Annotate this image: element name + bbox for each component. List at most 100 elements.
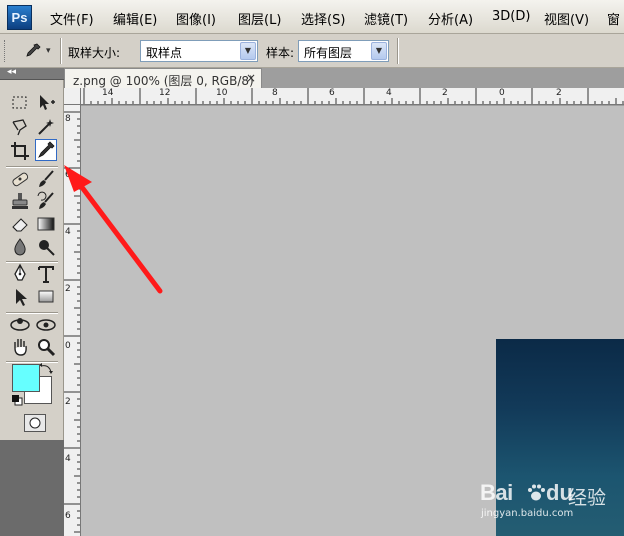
dodge-icon [39,240,55,256]
ruler-label: 6 [65,170,71,180]
3d-rotate-icon [10,318,30,331]
menu-analysis[interactable]: 分析(A) [428,9,473,28]
options-divider [397,38,399,64]
crop-icon [11,142,29,160]
zoom-tool[interactable] [35,336,57,358]
magic-wand-tool[interactable] [35,116,57,138]
eyedropper-tool[interactable] [35,139,57,161]
ruler-label: 6 [329,88,335,98]
3d-orbit-tool[interactable] [35,313,57,335]
chevron-down-icon: ▼ [371,42,387,60]
menu-view[interactable]: 视图(V) [544,9,589,28]
swap-colors-icon[interactable] [38,362,56,376]
foreground-color-swatch[interactable] [12,364,40,392]
brush-icon [39,170,54,187]
ruler-origin[interactable] [64,88,81,105]
path-selection-tool[interactable] [9,286,31,308]
menu-window[interactable]: 窗 [607,9,620,28]
rectangle-icon [38,290,54,303]
menu-layer[interactable]: 图层(L) [238,9,281,28]
hand-tool[interactable] [9,336,31,358]
type-tool[interactable] [35,263,57,285]
history-brush-tool[interactable] [35,190,57,212]
document-tab[interactable]: z.png @ 100% (图层 0, RGB/8) × [64,68,262,88]
hand-icon [14,339,27,356]
tool-preset-picker[interactable]: ▾ [20,40,56,62]
type-icon [38,266,54,283]
quick-mask-button[interactable] [24,414,46,432]
ruler-label: 8 [65,114,71,124]
ruler-label: 6 [65,511,71,521]
clone-stamp-tool[interactable] [9,190,31,212]
eyedropper-icon [38,141,55,158]
eyedropper-icon [26,43,41,57]
ruler-label: 2 [65,284,71,294]
menu-select[interactable]: 选择(S) [301,9,345,28]
watermark-url: jingyan.baidu.com [481,508,574,519]
ruler-label: 0 [65,341,71,351]
watermark-brand-a: Bai [480,480,513,505]
zoom-icon [38,339,56,357]
ruler-label: 4 [65,454,71,464]
eraser-icon [12,218,28,232]
ruler-label: 2 [442,88,448,98]
menu-filter[interactable]: 滤镜(T) [364,9,408,28]
chevron-down-icon: ▼ [240,42,256,60]
healing-brush-tool[interactable] [9,168,31,190]
quick-mask-icon [29,417,41,429]
sample-size-value: 取样点 [146,46,183,60]
gradient-icon [37,217,55,231]
move-icon [40,95,55,110]
sample-value: 所有图层 [304,46,353,60]
ruler-label: 2 [65,397,71,407]
crop-tool[interactable] [9,140,31,162]
arrow-cursor-icon [16,289,27,306]
pen-icon [14,263,26,281]
sample-size-label: 取样大小: [68,46,121,60]
watermark-product: 经验 [568,487,607,509]
ruler-label: 0 [499,88,505,98]
magic-wand-icon [38,119,54,135]
3d-rotate-tool[interactable] [9,313,31,335]
blur-tool[interactable] [9,236,31,258]
ruler-label: 4 [386,88,392,98]
menu-3d[interactable]: 3D(D) [492,9,530,24]
default-colors-icon[interactable] [11,394,23,406]
stamp-icon [12,193,28,209]
toolbox-header[interactable]: ◂◂ [0,67,64,80]
water-drop-icon [14,238,26,256]
ruler-label: 12 [159,88,171,98]
brush-tool[interactable] [35,168,57,190]
eraser-tool[interactable] [9,213,31,235]
photoshop-logo: Ps [7,5,32,30]
sample-select[interactable]: 所有图层 ▼ [298,40,389,62]
3d-orbit-icon [36,319,56,331]
gradient-tool[interactable] [35,213,57,235]
pen-tool[interactable] [9,263,31,285]
toolbox [0,80,64,440]
toolbox-footer [0,440,64,536]
lasso-icon [12,119,27,136]
history-brush-icon [37,191,54,209]
options-bar: ▾ 取样大小: 取样点 ▼ 样本: 所有图层 ▼ [0,34,624,68]
chevron-down-icon: ▾ [46,46,51,56]
horizontal-ruler[interactable]: 14 12 10 8 6 4 2 0 2 [81,88,624,105]
ruler-label: 14 [102,88,114,98]
menu-image[interactable]: 图像(I) [176,9,216,28]
menu-edit[interactable]: 编辑(E) [113,9,157,28]
close-icon[interactable]: × [246,71,256,85]
options-bar-grip[interactable] [4,40,7,62]
bandage-icon [12,172,29,187]
dodge-tool[interactable] [35,236,57,258]
vertical-ruler[interactable]: 8 6 4 2 0 2 4 6 [64,105,81,536]
lasso-tool[interactable] [9,116,31,138]
move-tool[interactable] [35,92,57,114]
collapse-icon[interactable]: ◂◂ [7,67,16,77]
marquee-icon [12,96,27,109]
menu-bar: Ps 文件(F) 编辑(E) 图像(I) 图层(L) 选择(S) 滤镜(T) 分… [0,0,624,34]
sample-size-select[interactable]: 取样点 ▼ [140,40,258,62]
menu-file[interactable]: 文件(F) [50,9,94,28]
shape-tool[interactable] [35,286,57,308]
ruler-label: 8 [272,88,278,98]
marquee-tool[interactable] [9,92,31,114]
